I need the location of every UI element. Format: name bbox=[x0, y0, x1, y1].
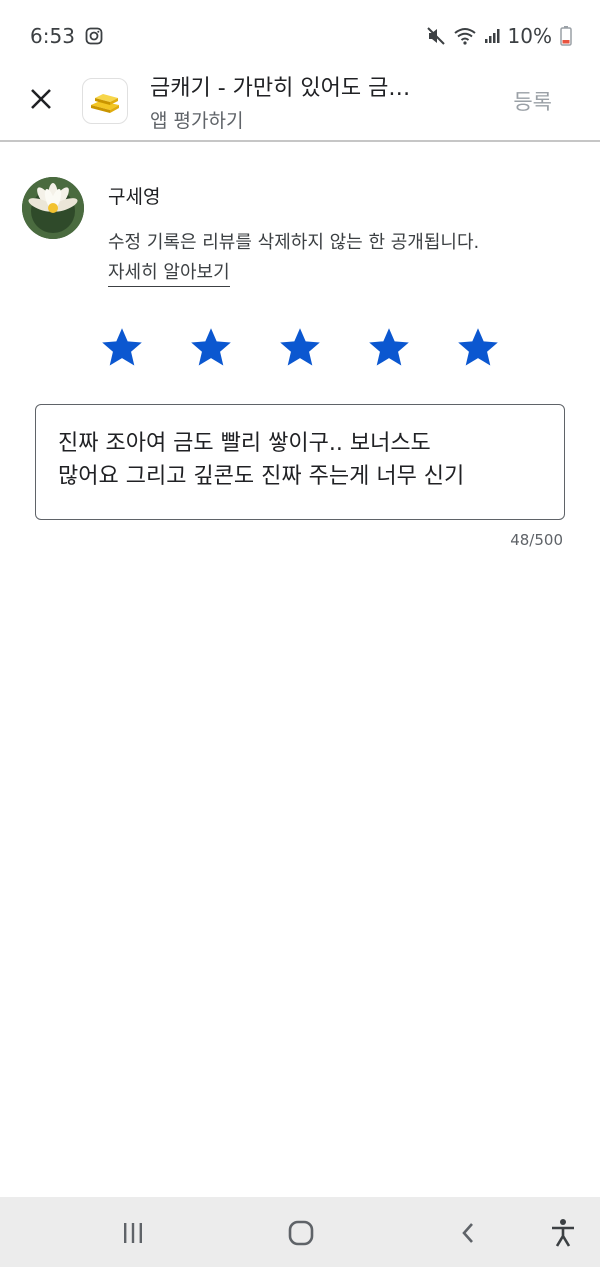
edit-notice: 수정 기록은 리뷰를 삭제하지 않는 한 공개됩니다. bbox=[108, 232, 480, 253]
character-count: 48/500 bbox=[510, 531, 563, 549]
close-icon bbox=[31, 89, 51, 109]
home-icon bbox=[288, 1220, 314, 1246]
learn-more-link[interactable]: 자세히 알아보기 bbox=[108, 258, 230, 287]
star-rating bbox=[100, 325, 500, 371]
app-icon bbox=[82, 78, 128, 124]
wifi-icon bbox=[453, 27, 476, 45]
star-2-icon[interactable] bbox=[189, 325, 233, 369]
avatar bbox=[22, 177, 84, 239]
navigation-bar bbox=[0, 1197, 600, 1267]
lotus-avatar-image bbox=[22, 177, 84, 239]
page-subtitle: 앱 평가하기 bbox=[150, 110, 244, 132]
review-screen: 6:53 10% 금캐기 - 가만히 있어도 금… 앱 평가하기 등록 구세영 … bbox=[0, 0, 600, 1267]
star-3-icon[interactable] bbox=[278, 325, 322, 369]
clock: 6:53 bbox=[30, 24, 75, 48]
battery-percent: 10% bbox=[507, 24, 552, 48]
review-text: 진짜 조아여 금도 빨리 쌓이구.. 보너스도 많어요 그리고 깊콘도 진짜 주… bbox=[58, 431, 465, 489]
star-1-icon[interactable] bbox=[100, 325, 144, 369]
accessibility-button[interactable] bbox=[545, 1215, 581, 1251]
header: 금캐기 - 가만히 있어도 금… 앱 평가하기 등록 bbox=[0, 60, 600, 142]
star-5-icon[interactable] bbox=[456, 325, 500, 369]
back-icon bbox=[462, 1223, 473, 1243]
instagram-icon bbox=[85, 27, 103, 45]
gold-bars-icon bbox=[91, 94, 119, 113]
home-button[interactable] bbox=[283, 1215, 319, 1251]
review-input[interactable]: 진짜 조아여 금도 빨리 쌓이구.. 보너스도 많어요 그리고 깊콘도 진짜 주… bbox=[35, 404, 565, 520]
close-button[interactable] bbox=[26, 84, 56, 114]
app-title: 금캐기 - 가만히 있어도 금… bbox=[150, 76, 411, 101]
recent-apps-button[interactable] bbox=[115, 1215, 151, 1251]
user-name: 구세영 bbox=[108, 186, 161, 208]
back-button[interactable] bbox=[451, 1215, 487, 1251]
star-4-icon[interactable] bbox=[367, 325, 411, 369]
submit-button[interactable]: 등록 bbox=[513, 86, 552, 116]
mute-icon bbox=[426, 26, 446, 46]
signal-icon bbox=[484, 28, 500, 44]
accessibility-icon bbox=[552, 1219, 574, 1247]
recent-apps-icon bbox=[124, 1223, 142, 1243]
battery-icon bbox=[560, 26, 572, 46]
